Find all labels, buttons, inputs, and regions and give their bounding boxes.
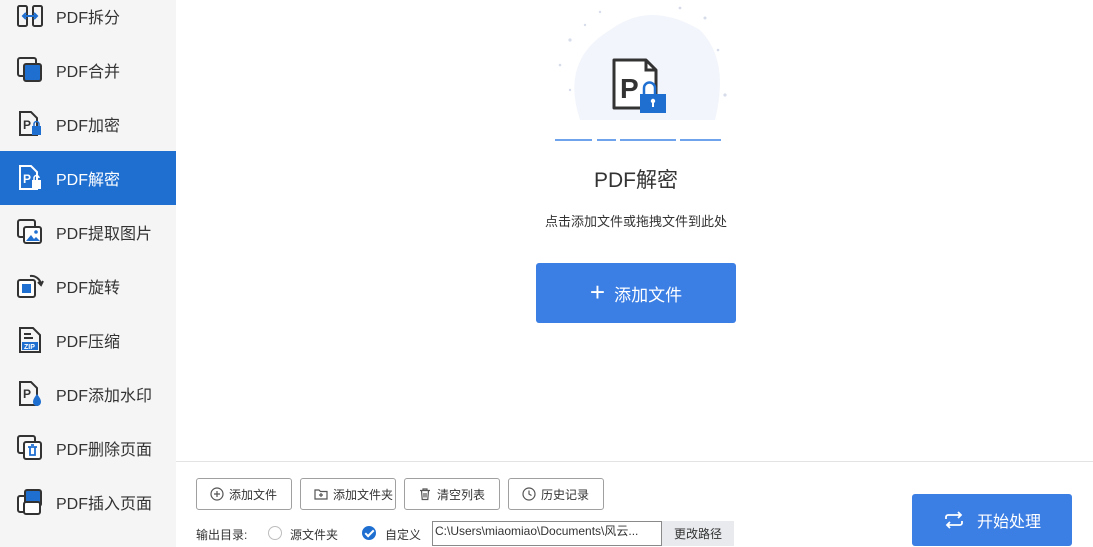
rotate-icon (17, 274, 44, 298)
drop-hint: 点击添加文件或拖拽文件到此处 (544, 214, 727, 229)
history-button[interactable]: 历史记录 (508, 478, 604, 510)
sidebar-item-watermark[interactable]: P PDF添加水印 (0, 367, 176, 421)
svg-text:P: P (23, 172, 31, 186)
source-folder-radio[interactable] (268, 526, 282, 540)
trash-icon (420, 488, 430, 501)
output-path-field[interactable]: C:\Users\miaomiao\Documents\风云... (432, 521, 662, 546)
repeat-icon (945, 511, 963, 529)
svg-text:P: P (23, 387, 31, 401)
sidebar-item-label: PDF删除页面 (56, 442, 153, 459)
sidebar-item-decrypt[interactable]: P PDF解密 (0, 151, 176, 205)
plus-circle-icon (210, 487, 224, 501)
sidebar-item-label: PDF旋转 (56, 280, 121, 297)
custom-folder-radio[interactable] (362, 526, 376, 540)
sidebar-item-split[interactable]: PDF拆分 (0, 0, 176, 43)
svg-text:ZIP: ZIP (24, 344, 35, 351)
sidebar-item-label: PDF提取图片 (56, 226, 153, 243)
sidebar-item-label: PDF添加水印 (56, 388, 153, 405)
sidebar-item-encrypt[interactable]: P PDF加密 (0, 97, 176, 151)
add-folder-label: 添加文件夹 (333, 487, 394, 502)
split-icon (17, 5, 43, 27)
delete-page-icon (17, 435, 42, 460)
add-file-label: 添加文件 (229, 487, 278, 502)
sidebar: PDF拆分 PDF合并 P PDF加密 P PDF解密 PDF提取图片 PDF旋… (0, 0, 176, 547)
sidebar-item-label: PDF插入页面 (56, 496, 153, 513)
add-file-button[interactable]: 添加文件 (196, 478, 292, 510)
start-process-button[interactable]: 开始处理 (912, 494, 1072, 546)
sidebar-item-label: PDF解密 (56, 172, 121, 189)
add-folder-button[interactable]: 添加文件夹 (300, 478, 396, 510)
merge-icon (17, 57, 42, 82)
source-folder-label: 源文件夹 (290, 528, 339, 542)
pdf-lock-icon: P (555, 6, 727, 141)
page-title: PDF解密 (594, 169, 678, 192)
svg-text:P: P (23, 118, 31, 132)
zip-icon: ZIP (19, 327, 41, 353)
sidebar-item-insert-page[interactable]: PDF插入页面 (0, 475, 176, 529)
folder-add-icon (314, 489, 328, 500)
watermark-icon: P (19, 381, 41, 406)
sidebar-item-delete-page[interactable]: PDF删除页面 (0, 421, 176, 475)
change-path-button[interactable]: 更改路径 (662, 521, 734, 546)
insert-page-icon (17, 489, 42, 515)
sidebar-item-label: PDF合并 (56, 64, 121, 81)
output-dir-label: 输出目录: (196, 528, 248, 542)
sidebar-item-compress[interactable]: ZIP PDF压缩 (0, 313, 176, 367)
clear-list-button[interactable]: 清空列表 (404, 478, 500, 510)
svg-text:P: P (620, 73, 639, 104)
sidebar-item-merge[interactable]: PDF合并 (0, 43, 176, 97)
encrypt-icon: P (19, 111, 41, 136)
divider (176, 461, 1093, 462)
history-label: 历史记录 (541, 487, 590, 502)
decrypt-illustration: P (540, 0, 740, 150)
clear-list-label: 清空列表 (437, 487, 486, 502)
sidebar-item-label: PDF压缩 (56, 334, 121, 351)
decrypt-icon: P (19, 165, 41, 190)
add-file-main-button[interactable]: + 添加文件 (536, 263, 736, 323)
plus-icon: + (589, 276, 606, 307)
sidebar-item-extract-image[interactable]: PDF提取图片 (0, 205, 176, 259)
start-process-label: 开始处理 (976, 514, 1041, 531)
clock-icon (522, 487, 536, 501)
sidebar-item-label: PDF加密 (56, 118, 121, 135)
custom-folder-label: 自定义 (385, 528, 422, 542)
sidebar-item-label: PDF拆分 (56, 10, 121, 27)
extract-image-icon (17, 219, 42, 244)
add-file-main-label: 添加文件 (614, 285, 683, 305)
sidebar-item-rotate[interactable]: PDF旋转 (0, 259, 176, 313)
